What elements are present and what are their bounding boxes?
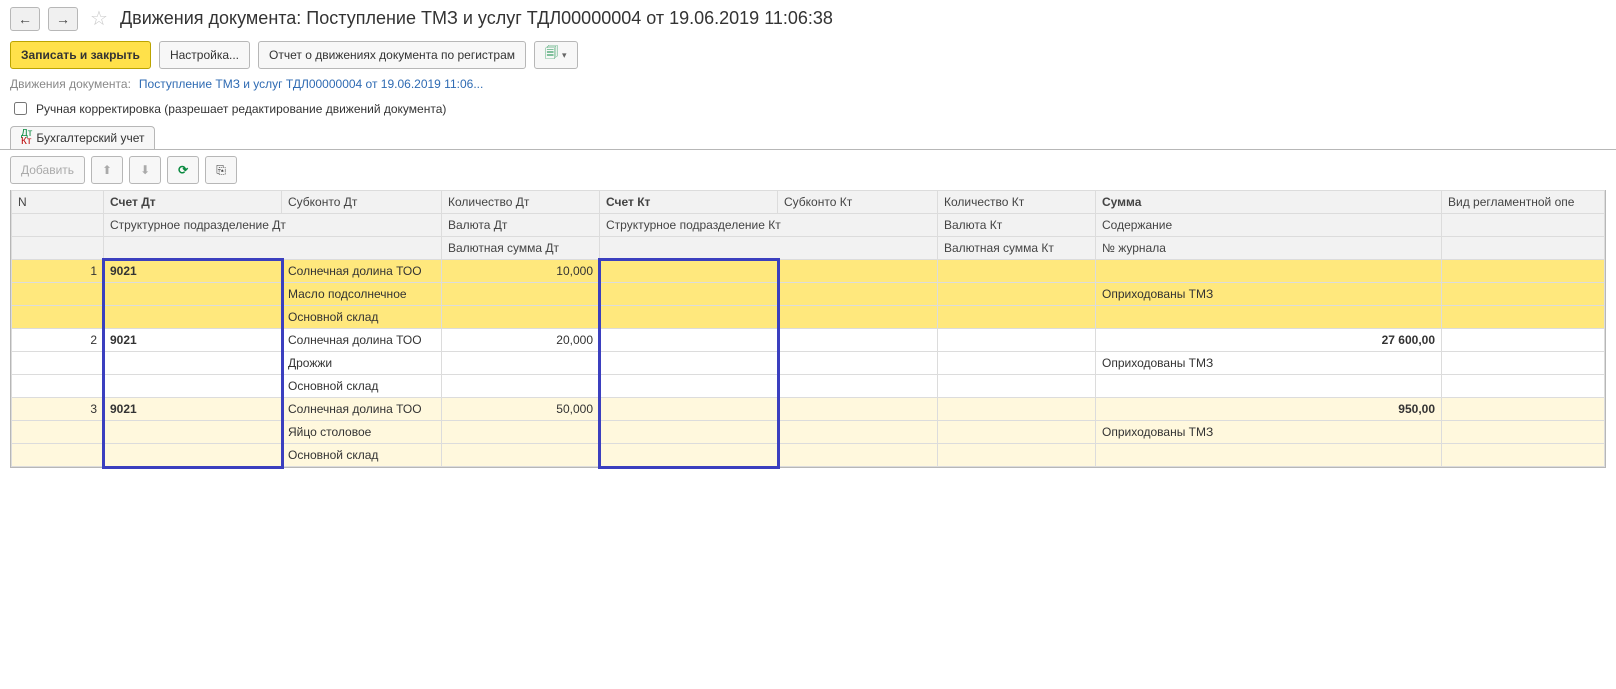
header-row-2: Структурное подразделение Дт Валюта Дт С… [12,214,1605,237]
cell-content: Оприходованы ТМЗ [1096,421,1442,444]
cell-sub-kt [778,260,938,283]
col-sub-kt[interactable]: Субконто Кт [778,191,938,214]
cell-qty-kt [938,260,1096,283]
move-down-button[interactable]: ⬇ [129,156,161,184]
cell-qty-dt: 50,000 [442,398,600,421]
cell-acc-dt: 9021 [104,260,282,283]
tab-label: Бухгалтерский учет [36,131,144,145]
cell-qty-kt [938,398,1096,421]
cell-sub-dt-2: Дрожжи [282,352,442,375]
cell-sub-kt [778,329,938,352]
breadcrumb-label: Движения документа: [10,77,131,91]
cell-n: 2 [12,329,104,352]
movements-table[interactable]: N Счет Дт Субконто Дт Количество Дт Счет… [11,190,1605,467]
forward-button[interactable]: → [48,7,78,31]
refresh-button[interactable]: ⟳ [167,156,199,184]
manual-edit-label: Ручная корректировка (разрешает редактир… [36,102,446,116]
cell-sub-dt-3: Основной склад [282,444,442,467]
export-icon: ⎘ [216,163,226,178]
col-journal[interactable]: № журнала [1096,237,1442,260]
settings-button[interactable]: Настройка... [159,41,250,69]
cell-sub-dt: Солнечная долина ТОО [282,329,442,352]
cell-sub-dt-3: Основной склад [282,306,442,329]
header-row-3: Валютная сумма Дт Валютная сумма Кт № жу… [12,237,1605,260]
table-row[interactable]: Масло подсолнечное Оприходованы ТМЗ [12,283,1605,306]
cell-sub-dt-3: Основной склад [282,375,442,398]
manual-edit-checkbox[interactable] [14,102,27,115]
col-valsum-kt[interactable]: Валютная сумма Кт [938,237,1096,260]
cell-sum [1096,260,1442,283]
header-row-1: N Счет Дт Субконто Дт Количество Дт Счет… [12,191,1605,214]
col-qty-dt[interactable]: Количество Дт [442,191,600,214]
col-regop[interactable]: Вид регламентной опе [1442,191,1605,214]
col-n[interactable]: N [12,191,104,214]
table-row[interactable]: Основной склад [12,306,1605,329]
back-button[interactable]: ← [10,7,40,31]
add-button[interactable]: Добавить [10,156,85,184]
cell-n: 1 [12,260,104,283]
col-val-kt[interactable]: Валюта Кт [938,214,1096,237]
table-row[interactable]: Основной склад [12,444,1605,467]
cell-qty-kt [938,329,1096,352]
cell-acc-dt: 9021 [104,329,282,352]
col-sum[interactable]: Сумма [1096,191,1442,214]
cell-acc-kt [600,329,778,352]
table-row[interactable]: 39021Солнечная долина ТОО50,000 950,00 [12,398,1605,421]
cell-acc-kt [600,260,778,283]
cell-content: Оприходованы ТМЗ [1096,283,1442,306]
cell-qty-dt: 20,000 [442,329,600,352]
cell-sub-dt: Солнечная долина ТОО [282,398,442,421]
table-row[interactable]: Яйцо столовое Оприходованы ТМЗ [12,421,1605,444]
cell-sub-dt-2: Масло подсолнечное [282,283,442,306]
table-row[interactable]: Основной склад [12,375,1605,398]
breadcrumb-link[interactable]: Поступление ТМЗ и услуг ТДЛ00000004 от 1… [139,77,483,91]
col-sub-dt[interactable]: Субконто Дт [282,191,442,214]
cell-qty-dt: 10,000 [442,260,600,283]
cell-sum: 27 600,00 [1096,329,1442,352]
table-row[interactable]: Дрожжи Оприходованы ТМЗ [12,352,1605,375]
dtkt-tab-icon: ДтКт [21,130,32,146]
cell-regop [1442,329,1605,352]
col-acc-dt[interactable]: Счет Дт [104,191,282,214]
col-qty-kt[interactable]: Количество Кт [938,191,1096,214]
table-row[interactable]: 29021Солнечная долина ТОО20,000 27 600,00 [12,329,1605,352]
tab-accounting[interactable]: ДтКт Бухгалтерский учет [10,126,155,149]
cell-acc-dt: 9021 [104,398,282,421]
report-button[interactable]: Отчет о движениях документа по регистрам [258,41,526,69]
refresh-icon: ⟳ [178,163,188,177]
table-row[interactable]: 19021Солнечная долина ТОО10,000 [12,260,1605,283]
more-actions-button[interactable]: 🗐 [534,41,578,69]
col-acc-kt[interactable]: Счет Кт [600,191,778,214]
dtkt-icon: 🗐 [545,44,558,66]
cell-regop [1442,260,1605,283]
favorite-icon[interactable]: ☆ [90,6,108,31]
cell-sum: 950,00 [1096,398,1442,421]
col-struct-kt[interactable]: Структурное подразделение Кт [600,214,938,237]
cell-n: 3 [12,398,104,421]
cell-acc-kt [600,398,778,421]
save-close-button[interactable]: Записать и закрыть [10,41,151,69]
col-struct-dt[interactable]: Структурное подразделение Дт [104,214,442,237]
col-content[interactable]: Содержание [1096,214,1442,237]
cell-regop [1442,398,1605,421]
move-up-button[interactable]: ⬆ [91,156,123,184]
export-button[interactable]: ⎘ [205,156,237,184]
col-val-dt[interactable]: Валюта Дт [442,214,600,237]
cell-content: Оприходованы ТМЗ [1096,352,1442,375]
cell-sub-kt [778,398,938,421]
col-valsum-dt[interactable]: Валютная сумма Дт [442,237,600,260]
page-title: Движения документа: Поступление ТМЗ и ус… [120,8,833,29]
cell-sub-dt: Солнечная долина ТОО [282,260,442,283]
cell-sub-dt-2: Яйцо столовое [282,421,442,444]
